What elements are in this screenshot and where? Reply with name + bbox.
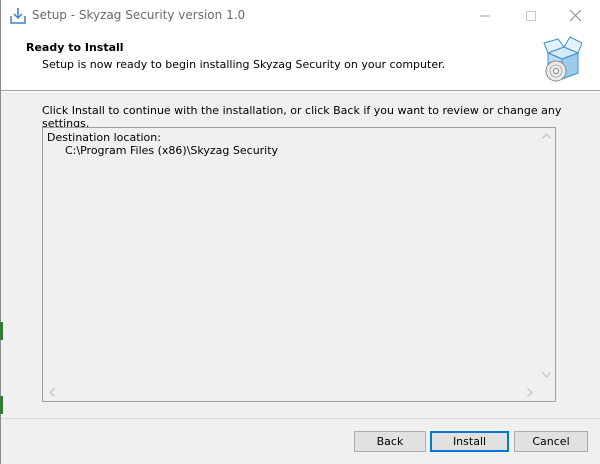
minimize-button[interactable] <box>462 0 508 31</box>
window-left-edge <box>0 0 1 464</box>
memo-content: Destination location: C:\Program Files (… <box>47 131 278 157</box>
install-button[interactable]: Install <box>430 431 509 452</box>
cancel-button[interactable]: Cancel <box>514 431 588 452</box>
background-edge-mark <box>0 322 3 340</box>
back-button[interactable]: Back <box>354 431 426 452</box>
wizard-header: Ready to Install Setup is now ready to b… <box>0 31 600 90</box>
vertical-scrollbar[interactable] <box>538 128 555 384</box>
package-disc-icon <box>542 35 583 85</box>
page-subheading: Setup is now ready to begin installing S… <box>42 58 446 71</box>
scroll-down-icon[interactable] <box>542 372 551 381</box>
scroll-left-icon[interactable] <box>49 388 55 400</box>
maximize-button[interactable] <box>508 0 554 31</box>
window-title: Setup - Skyzag Security version 1.0 <box>32 8 246 22</box>
header-divider-highlight <box>0 91 600 92</box>
setup-window: Setup - Skyzag Security version 1.0 Read… <box>0 0 600 464</box>
scroll-up-icon[interactable] <box>542 133 551 142</box>
close-button[interactable] <box>552 0 598 31</box>
horizontal-scrollbar[interactable] <box>43 384 539 401</box>
ready-memo-box[interactable]: Destination location: C:\Program Files (… <box>42 127 556 402</box>
background-edge-mark <box>0 396 3 414</box>
destination-label: Destination location: <box>47 131 161 144</box>
destination-path: C:\Program Files (x86)\Skyzag Security <box>65 144 279 157</box>
footer-divider <box>0 418 600 419</box>
page-heading: Ready to Install <box>26 41 124 54</box>
installer-icon <box>9 7 27 25</box>
scroll-right-icon[interactable] <box>527 388 533 400</box>
title-bar[interactable]: Setup - Skyzag Security version 1.0 <box>0 0 600 31</box>
